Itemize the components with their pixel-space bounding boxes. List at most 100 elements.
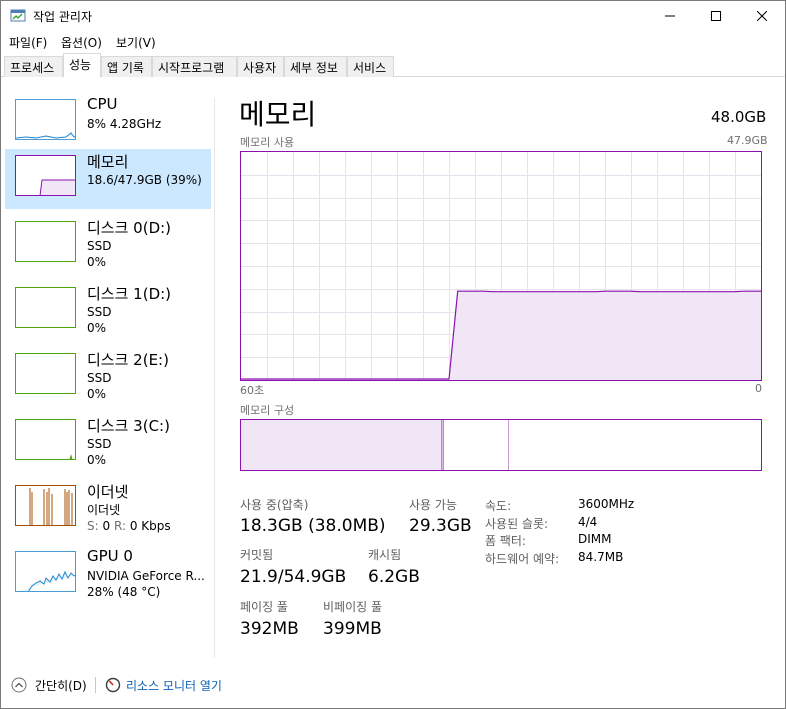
tab-startup[interactable]: 시작프로그램 bbox=[152, 56, 237, 77]
tab-details[interactable]: 세부 정보 bbox=[284, 56, 347, 77]
hardware-reserved-value: 84.7MB bbox=[578, 550, 624, 564]
disk-2-mini-graph bbox=[15, 353, 76, 394]
sidebar-item-ethernet[interactable]: 이더넷 이더넷 S: 0 R: 0 Kbps bbox=[5, 479, 211, 539]
committed-value: 21.9/54.9GB bbox=[240, 567, 347, 587]
memory-mini-graph bbox=[15, 155, 76, 196]
available-value: 29.3GB bbox=[409, 516, 472, 536]
receive-label: R: bbox=[113, 519, 126, 533]
memory-usage-chart bbox=[241, 152, 761, 380]
paged-pool-label: 페이징 풀 bbox=[240, 600, 288, 614]
menu-bar: 파일(F) 옵션(O) 보기(V) bbox=[1, 32, 785, 52]
sidebar-item-label: 디스크 0(D:) bbox=[87, 219, 172, 237]
slots-label: 사용된 슬롯: bbox=[485, 517, 549, 531]
sidebar-item-memory[interactable]: 메모리 18.6/47.9GB (39%) bbox=[5, 149, 211, 209]
gpu-usage: 28% (48 °C) bbox=[87, 585, 161, 599]
sidebar-item-detail: SSD 0% bbox=[87, 370, 111, 402]
available-label: 사용 가능 bbox=[409, 498, 457, 512]
sidebar-item-disk-2[interactable]: 디스크 2(E:) SSD 0% bbox=[5, 347, 211, 407]
maximize-button[interactable] bbox=[693, 1, 739, 31]
disk-usage: 0% bbox=[87, 453, 107, 467]
sidebar-item-disk-1[interactable]: 디스크 1(D:) SSD 0% bbox=[5, 281, 211, 341]
sidebar-item-gpu[interactable]: GPU 0 NVIDIA GeForce R... 28% (48 °C) bbox=[5, 545, 211, 605]
tab-bar: 프로세스 성능 앱 기록 시작프로그램 사용자 세부 정보 서비스 bbox=[1, 53, 785, 78]
close-button[interactable] bbox=[739, 1, 785, 31]
committed-label: 커밋됨 bbox=[240, 548, 274, 562]
memory-usage-graph bbox=[240, 151, 762, 381]
maximize-icon bbox=[711, 11, 721, 21]
disk-usage: 0% bbox=[87, 387, 107, 401]
sidebar-item-detail: 8% 4.28GHz bbox=[87, 117, 162, 131]
fewer-details-link[interactable]: 간단히(D) bbox=[35, 677, 87, 694]
sidebar-item-detail: SSD 0% bbox=[87, 304, 111, 336]
tab-app-history[interactable]: 앱 기록 bbox=[101, 56, 152, 77]
tab-users[interactable]: 사용자 bbox=[237, 56, 284, 77]
memory-composition-bar bbox=[240, 419, 762, 471]
tab-services[interactable]: 서비스 bbox=[347, 56, 394, 77]
tab-performance[interactable]: 성능 bbox=[63, 53, 101, 78]
total-memory: 48.0GB bbox=[711, 108, 767, 126]
sidebar-item-detail: 18.6/47.9GB (39%) bbox=[87, 173, 202, 187]
sidebar-item-label: 디스크 1(D:) bbox=[87, 285, 172, 303]
composition-modified bbox=[441, 420, 444, 470]
sidebar-item-cpu[interactable]: CPU 8% 4.28GHz bbox=[5, 93, 211, 153]
in-use-label: 사용 중(압축) bbox=[240, 498, 309, 512]
speed-value: 3600MHz bbox=[578, 497, 635, 511]
sidebar-item-detail: SSD 0% bbox=[87, 238, 111, 270]
sidebar-item-label: GPU 0 bbox=[87, 547, 133, 565]
cached-label: 캐시됨 bbox=[368, 548, 402, 562]
usage-graph-max: 47.9GB bbox=[727, 134, 768, 147]
close-icon bbox=[757, 11, 767, 21]
cpu-mini-graph bbox=[15, 99, 76, 140]
disk-type: SSD bbox=[87, 371, 112, 385]
sidebar-item-detail: SSD 0% bbox=[87, 436, 111, 468]
footer-divider bbox=[95, 677, 96, 693]
task-manager-window: 작업 관리자 파일(F) 옵션(O) 보기(V) 프로세스 성능 앱 기록 시작… bbox=[0, 0, 786, 709]
disk-type: SSD bbox=[87, 239, 112, 253]
cached-value: 6.2GB bbox=[368, 567, 420, 587]
disk-type: SSD bbox=[87, 305, 112, 319]
tab-processes[interactable]: 프로세스 bbox=[4, 56, 63, 77]
sidebar-item-label: CPU bbox=[87, 95, 118, 113]
minimize-icon bbox=[665, 15, 675, 17]
sidebar-item-detail: 이더넷 S: 0 R: 0 Kbps bbox=[87, 502, 171, 534]
form-factor-label: 폼 팩터: bbox=[485, 534, 526, 548]
gpu-model: NVIDIA GeForce R... bbox=[87, 569, 205, 583]
x-axis-right-label: 0 bbox=[755, 382, 762, 395]
disk-type: SSD bbox=[87, 437, 112, 451]
sidebar-item-disk-3[interactable]: 디스크 3(C:) SSD 0% bbox=[5, 413, 211, 473]
sidebar-item-disk-0[interactable]: 디스크 0(D:) SSD 0% bbox=[5, 215, 211, 275]
composition-standby-divider bbox=[508, 420, 509, 470]
menu-file[interactable]: 파일(F) bbox=[9, 34, 47, 51]
hardware-reserved-label: 하드웨어 예약: bbox=[485, 552, 560, 566]
resource-monitor-link[interactable]: 리소스 모니터 열기 bbox=[126, 677, 222, 694]
usage-graph-label: 메모리 사용 bbox=[240, 136, 295, 149]
disk-3-mini-graph bbox=[15, 419, 76, 460]
sidebar-item-label: 이더넷 bbox=[87, 483, 129, 501]
collapse-icon[interactable] bbox=[11, 677, 27, 693]
task-manager-icon bbox=[10, 9, 26, 22]
composition-label: 메모리 구성 bbox=[240, 404, 295, 417]
title-bar: 작업 관리자 bbox=[1, 1, 785, 31]
sidebar-item-label: 메모리 bbox=[87, 153, 129, 171]
page-title: 메모리 bbox=[239, 98, 317, 131]
minimize-button[interactable] bbox=[647, 1, 693, 31]
sidebar-item-label: 디스크 3(C:) bbox=[87, 417, 170, 435]
send-value: 0 bbox=[102, 519, 111, 533]
window-title: 작업 관리자 bbox=[33, 10, 93, 24]
menu-view[interactable]: 보기(V) bbox=[116, 34, 156, 51]
composition-in-use bbox=[241, 420, 441, 470]
speed-label: 속도: bbox=[485, 499, 512, 513]
disk-0-mini-graph bbox=[15, 221, 76, 262]
disk-1-mini-graph bbox=[15, 287, 76, 328]
resource-monitor-icon bbox=[105, 677, 121, 693]
disk-usage: 0% bbox=[87, 321, 107, 335]
receive-value: 0 Kbps bbox=[129, 519, 171, 533]
form-factor-value: DIMM bbox=[578, 532, 612, 546]
menu-options[interactable]: 옵션(O) bbox=[61, 34, 102, 51]
sidebar-item-label: 디스크 2(E:) bbox=[87, 351, 169, 369]
nonpaged-pool-value: 399MB bbox=[323, 619, 382, 639]
footer-bar: 간단히(D) 리소스 모니터 열기 bbox=[1, 671, 785, 699]
x-axis-left-label: 60초 bbox=[240, 384, 265, 397]
in-use-value: 18.3GB (38.0MB) bbox=[240, 516, 386, 536]
sidebar-item-detail: NVIDIA GeForce R... 28% (48 °C) bbox=[87, 568, 205, 600]
